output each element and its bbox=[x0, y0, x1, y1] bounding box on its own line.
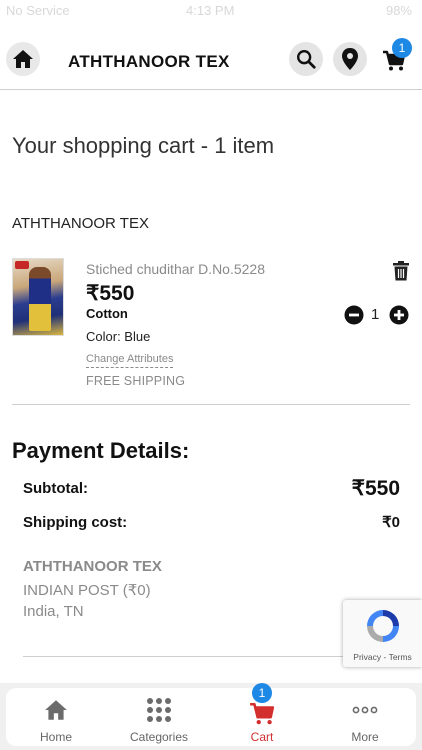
model-figure bbox=[29, 267, 51, 331]
location-button[interactable] bbox=[333, 42, 367, 76]
carrier-label: No Service bbox=[6, 3, 70, 18]
cart-icon bbox=[250, 702, 275, 725]
cart-count-badge: 1 bbox=[392, 38, 412, 58]
shipping-note: FREE SHIPPING bbox=[86, 374, 186, 388]
more-dots-icon bbox=[352, 706, 378, 714]
search-button[interactable] bbox=[289, 42, 323, 76]
search-icon bbox=[297, 50, 316, 69]
product-fabric: Cotton bbox=[86, 306, 128, 321]
change-attributes-link[interactable]: Change Attributes bbox=[86, 353, 174, 368]
product-color: Color: Blue bbox=[86, 329, 151, 344]
nav-categories[interactable]: Categories bbox=[109, 688, 209, 746]
nav-cart-badge: 1 bbox=[252, 683, 272, 703]
shipping-store: ATHTHANOOR TEX bbox=[23, 558, 162, 575]
recaptcha-links[interactable]: Privacy - Terms bbox=[343, 652, 422, 662]
nav-more-label: More bbox=[351, 730, 379, 744]
product-price: ₹550 bbox=[86, 282, 135, 305]
product-name[interactable]: Stiched chudithar D.No.5228 bbox=[86, 261, 265, 277]
store-title: ATHTHANOOR TEX bbox=[68, 52, 230, 71]
grid-dots-icon bbox=[147, 698, 171, 722]
bottom-navigation: Home Categories Cart More bbox=[0, 683, 422, 750]
increase-quantity-icon[interactable] bbox=[389, 305, 409, 325]
cart-title: Your shopping cart - 1 item bbox=[12, 133, 275, 158]
shipping-method: INDIAN POST (₹0) bbox=[23, 582, 151, 599]
divider bbox=[12, 404, 410, 405]
home-icon bbox=[13, 50, 33, 68]
subtotal-label: Subtotal: bbox=[23, 480, 88, 497]
clock: 4:13 PM bbox=[186, 3, 235, 18]
nav-cart-label: Cart bbox=[250, 730, 274, 744]
trash-icon[interactable] bbox=[392, 261, 410, 281]
app-header: ATHTHANOOR TEX 1 bbox=[0, 22, 422, 90]
recaptcha-badge[interactable]: Privacy - Terms bbox=[343, 600, 422, 667]
bottom-navigation-panel: Home Categories Cart More bbox=[6, 688, 416, 746]
decrease-quantity-icon[interactable] bbox=[344, 305, 364, 325]
shipping-location: India, TN bbox=[23, 603, 84, 620]
battery-level: 98% bbox=[385, 3, 412, 18]
quantity-value: 1 bbox=[371, 306, 380, 323]
brand-logo bbox=[15, 261, 29, 269]
subtotal-value: ₹550 bbox=[351, 477, 400, 500]
home-icon bbox=[45, 700, 67, 720]
shipping-cost-value: ₹0 bbox=[382, 514, 400, 531]
home-button[interactable] bbox=[6, 42, 40, 76]
nav-categories-label: Categories bbox=[129, 730, 189, 744]
nav-home[interactable]: Home bbox=[6, 688, 106, 746]
nav-home-label: Home bbox=[39, 730, 72, 744]
payment-title: Payment Details: bbox=[12, 438, 190, 463]
product-image[interactable] bbox=[12, 258, 64, 336]
status-bar: No Service 4:13 PM 98% bbox=[0, 0, 422, 22]
location-pin-icon bbox=[342, 48, 358, 70]
shipping-cost-label: Shipping cost: bbox=[23, 514, 128, 531]
recaptcha-icon bbox=[367, 610, 399, 642]
seller-name: ATHTHANOOR TEX bbox=[12, 215, 149, 232]
nav-more[interactable]: More bbox=[315, 688, 415, 746]
